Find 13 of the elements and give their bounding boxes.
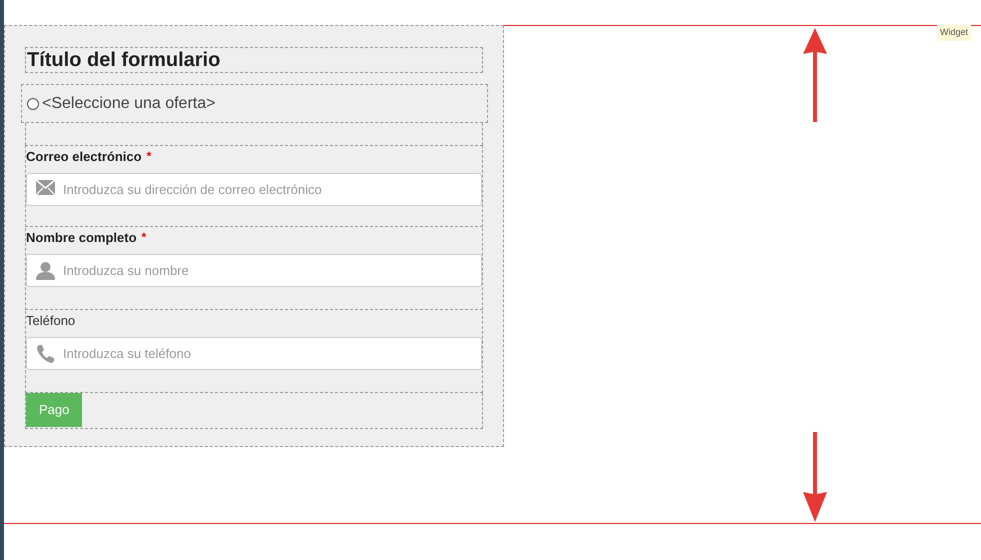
envelope-icon bbox=[36, 180, 55, 195]
field-label: Correo electrónico bbox=[26, 148, 142, 166]
person-icon bbox=[36, 261, 55, 280]
input-field[interactable]: Introduzca su nombre bbox=[26, 254, 482, 287]
widget-label: Widget bbox=[936, 25, 971, 40]
input-field[interactable]: Introduzca su teléfono bbox=[26, 337, 482, 370]
required-mark: * bbox=[142, 229, 146, 246]
phone-icon bbox=[36, 344, 55, 363]
field-label: Teléfono bbox=[26, 312, 76, 330]
required-mark: * bbox=[146, 148, 152, 165]
field-label: Nombre completo bbox=[26, 229, 137, 248]
form-title: Título del formulario bbox=[27, 50, 220, 70]
input-field[interactable]: Introduzca su dirección de correo electrónico bbox=[26, 173, 482, 206]
